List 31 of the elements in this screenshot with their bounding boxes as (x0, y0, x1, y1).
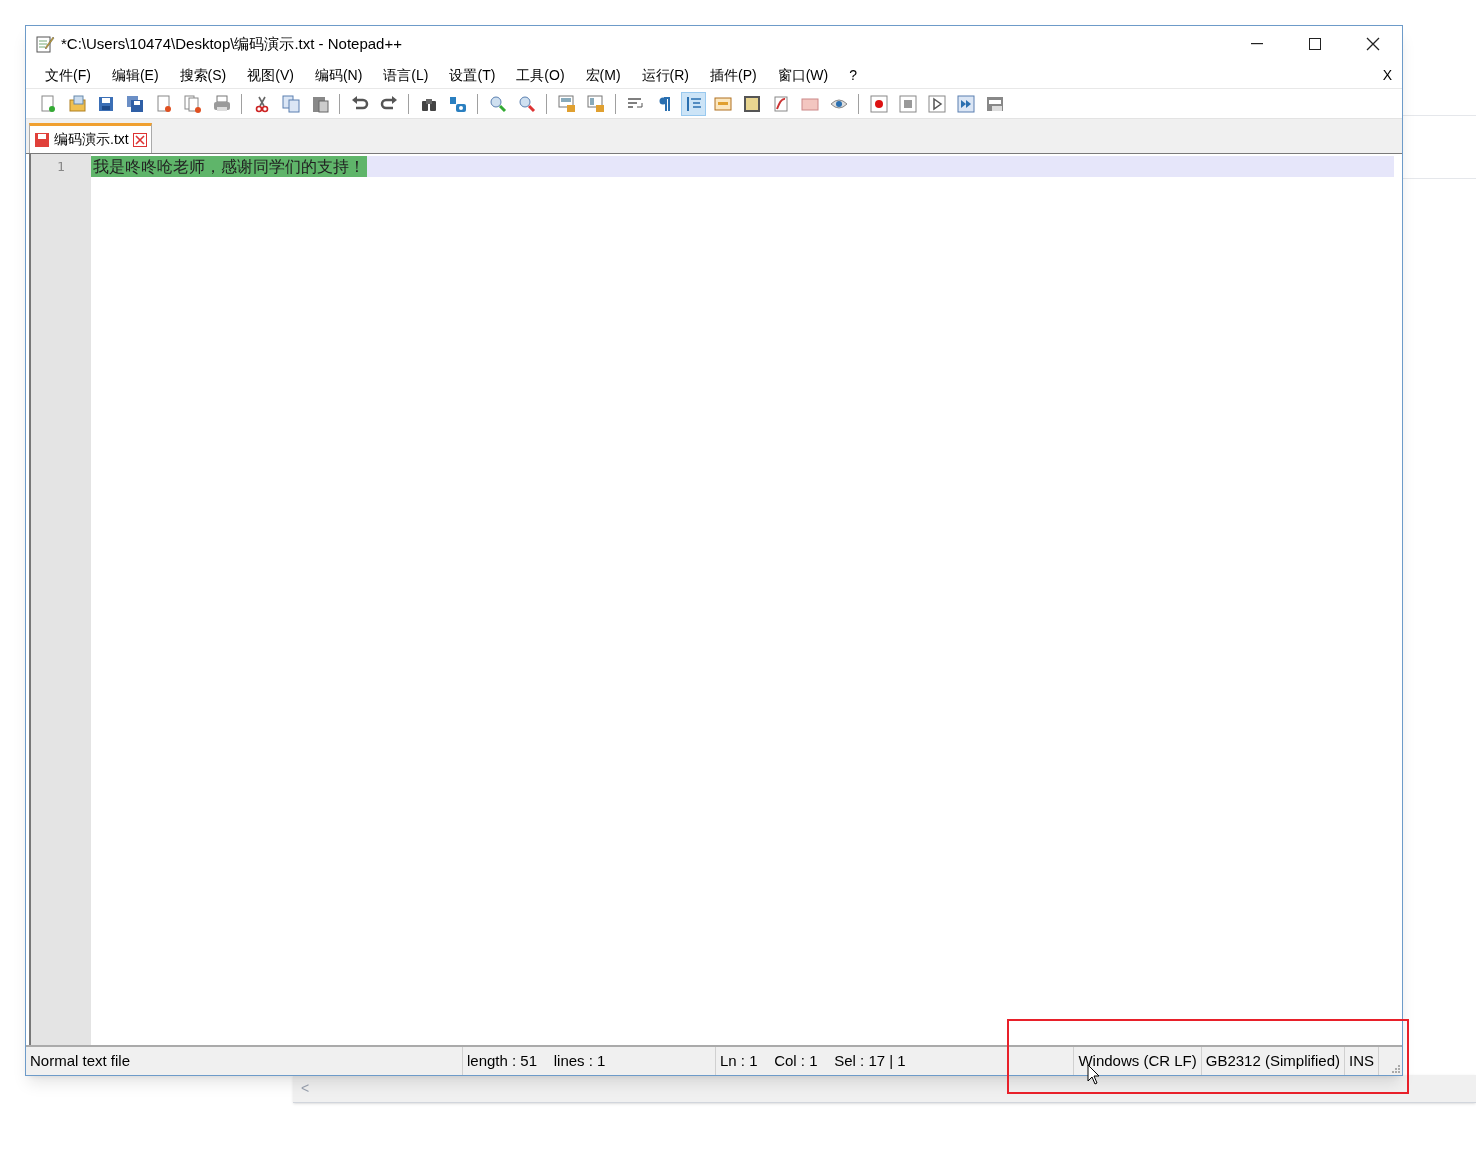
close-tab-icon[interactable] (132, 132, 147, 147)
status-text: Windows (CR LF) (1078, 1050, 1197, 1071)
menu-item[interactable]: 编码(N) (304, 64, 373, 86)
menu-item[interactable]: 运行(R) (631, 64, 699, 86)
status-text: Ln : 1 Col : 1 Sel : 17 | 1 (720, 1050, 906, 1071)
menu-item[interactable]: 窗口(W) (767, 64, 839, 86)
status-text: GB2312 (Simplified) (1205, 1050, 1340, 1071)
close-document-button[interactable]: X (1382, 64, 1392, 86)
menu-item[interactable]: 插件(P) (700, 64, 767, 86)
menu-item[interactable]: 宏(M) (575, 64, 631, 86)
status-text: INS (1349, 1050, 1374, 1071)
menu-item[interactable]: 语言(L) (373, 64, 439, 86)
menu-item[interactable]: 工具(O) (506, 64, 575, 86)
status-text: Normal text file (30, 1050, 131, 1071)
close-icon[interactable] (1366, 37, 1380, 51)
notepad-icon (35, 34, 55, 54)
window-title: *C:\Users\10474\Desktop\编码演示.txt - Notepad++ (61, 33, 403, 54)
document-tab[interactable]: 编码演示.txt (29, 123, 152, 153)
menu-item[interactable]: 编辑(E) (101, 64, 169, 86)
menu-item[interactable]: 视图(V) (237, 64, 304, 86)
menu-item[interactable]: 设置(T) (439, 64, 506, 86)
indent-guide-icon[interactable] (681, 91, 706, 116)
menu-item[interactable]: 搜索(S) (169, 64, 237, 86)
maximize-icon[interactable] (1309, 38, 1321, 50)
menu-item[interactable]: ? (839, 64, 868, 86)
menu-item[interactable]: 文件(F) (35, 64, 101, 86)
resize-grip-icon[interactable] (1390, 1063, 1400, 1073)
status-text: length : 51 lines : 1 (467, 1050, 606, 1071)
minimize-icon[interactable] (1251, 43, 1263, 45)
line-number: 1 (57, 157, 65, 176)
tab-label: 编码演示.txt (54, 130, 129, 149)
